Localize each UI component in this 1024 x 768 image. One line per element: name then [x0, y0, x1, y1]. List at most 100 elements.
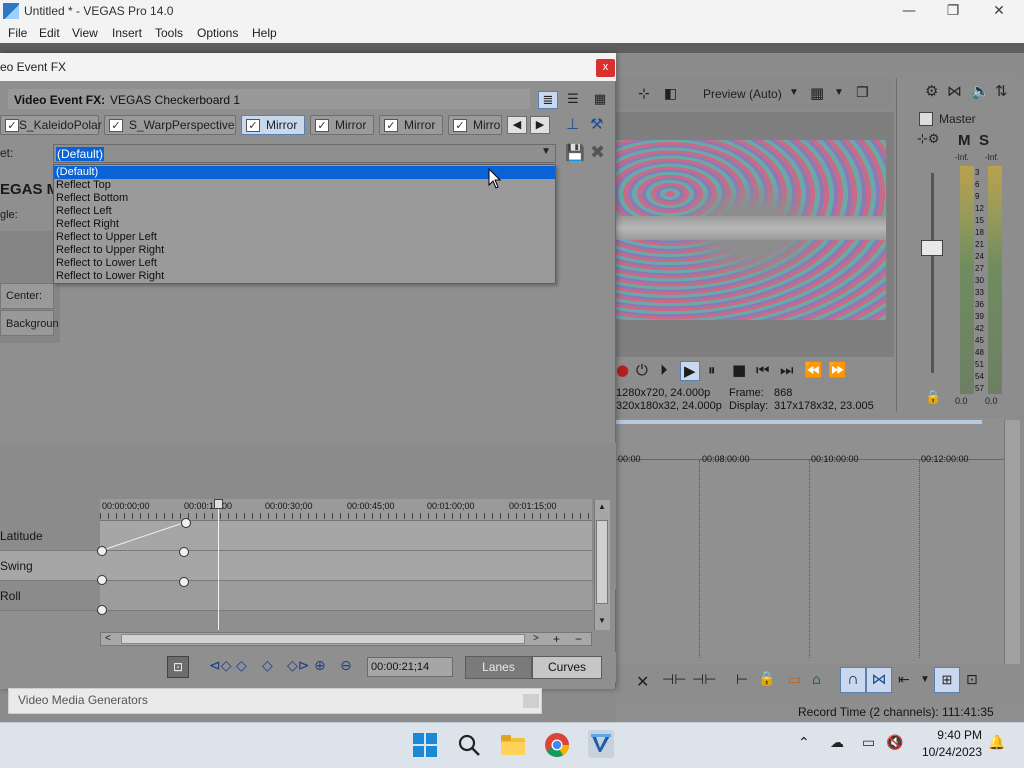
- fx-enabled-checkbox[interactable]: ✓: [246, 119, 260, 132]
- pause-icon[interactable]: ⏸: [708, 361, 716, 379]
- preset-option-reflect-top[interactable]: Reflect Top: [54, 179, 555, 192]
- keyframe-point[interactable]: [97, 546, 107, 556]
- remove-plugin-icon[interactable]: ⚒: [590, 115, 603, 133]
- close-window-button[interactable]: ✕: [976, 0, 1022, 23]
- keyframe-track[interactable]: [100, 581, 592, 611]
- volume-icon[interactable]: 🔇: [886, 735, 903, 751]
- fx-enabled-checkbox[interactable]: ✓: [109, 119, 123, 132]
- preset-option-reflect-bottom[interactable]: Reflect Bottom: [54, 192, 555, 205]
- preview-quality-icon[interactable]: ◧: [664, 86, 677, 102]
- menu-options[interactable]: Options: [197, 26, 238, 40]
- plug-in-chain-icon[interactable]: ⊥: [566, 115, 579, 133]
- next-keyframe-icon[interactable]: ◇: [262, 658, 273, 674]
- scroll-down-icon[interactable]: ▼: [598, 616, 606, 625]
- keyframe-vertical-scrollbar[interactable]: ▲ ▼: [594, 500, 610, 630]
- lanes-button[interactable]: Lanes: [465, 656, 532, 679]
- chain-prev-button[interactable]: ◀: [507, 116, 527, 134]
- ripple-chevron-icon[interactable]: ▼: [920, 674, 930, 685]
- windows-start-icon[interactable]: [412, 732, 438, 758]
- fx-dialog-title-bar[interactable]: eo Event FX x: [0, 53, 616, 81]
- keyframe-ruler[interactable]: 00:00:00;00 00:00:1 00 00:00:30;00 00:00…: [100, 499, 592, 521]
- generators-close-button[interactable]: [523, 694, 539, 708]
- fx-chain-item[interactable]: ✓ Mirro: [448, 115, 502, 135]
- scroll-right-icon[interactable]: >: [533, 633, 539, 644]
- fx-chain-item[interactable]: ✓ S_KaleidoPolar: [0, 115, 102, 135]
- master-fader-handle[interactable]: [921, 240, 943, 256]
- snapping-icon[interactable]: ∩: [840, 667, 866, 693]
- preset-option-reflect-upper-left[interactable]: Reflect to Upper Left: [54, 231, 555, 244]
- preview-quality-select[interactable]: Preview (Auto): [703, 87, 782, 101]
- gear-icon[interactable]: ⚙: [925, 82, 938, 100]
- zoom-out-icon[interactable]: −: [575, 632, 582, 646]
- save-preset-icon[interactable]: 💾: [565, 143, 585, 162]
- fx-dialog-close-button[interactable]: x: [596, 59, 615, 77]
- auto-crossfade-icon[interactable]: ⋈: [866, 667, 892, 693]
- fx-chain-item[interactable]: ✓ S_WarpPerspective: [104, 115, 236, 135]
- clock-date[interactable]: 10/24/2023: [920, 745, 982, 759]
- preset-option-reflect-upper-right[interactable]: Reflect to Upper Right: [54, 244, 555, 257]
- keyframe-point[interactable]: [179, 577, 189, 587]
- timeline-vertical-scrollbar[interactable]: [1004, 420, 1020, 666]
- chevron-down-icon[interactable]: ▼: [541, 146, 551, 157]
- copy-snapshot-icon[interactable]: ❐: [856, 85, 869, 101]
- keyframe-point[interactable]: [97, 575, 107, 585]
- scroll-left-icon[interactable]: <: [105, 633, 111, 644]
- trim-end-icon[interactable]: ⊣⊢: [692, 672, 716, 688]
- zoom-in-icon[interactable]: +: [553, 632, 560, 646]
- region-icon[interactable]: ⌂: [812, 672, 821, 688]
- fx-enabled-checkbox[interactable]: ✓: [5, 119, 19, 132]
- add-keyframe-icon[interactable]: ⊕: [314, 658, 326, 674]
- split-screen-icon[interactable]: ⊹: [638, 86, 650, 102]
- scroll-up-icon[interactable]: ▲: [598, 502, 606, 511]
- record-icon[interactable]: ●: [616, 361, 629, 379]
- video-media-generators-window[interactable]: Video Media Generators: [8, 688, 542, 714]
- next-frame-icon[interactable]: ⏩: [828, 361, 847, 379]
- play-icon[interactable]: ▶: [680, 361, 700, 381]
- stop-icon[interactable]: ■: [732, 361, 746, 379]
- chain-next-button[interactable]: ▶: [530, 116, 550, 134]
- lock-envelopes-icon[interactable]: ⊞: [934, 667, 960, 693]
- clock-time[interactable]: 9:40 PM: [930, 728, 982, 742]
- previous-keyframe-icon[interactable]: ◇: [236, 658, 247, 674]
- previous-frame-icon[interactable]: ⏪: [804, 361, 823, 379]
- detail-view-icon[interactable]: ☰: [563, 91, 583, 109]
- delete-icon[interactable]: ✕: [636, 672, 649, 691]
- marker-icon[interactable]: ▭: [788, 672, 801, 688]
- keyframe-point[interactable]: [97, 605, 107, 615]
- delete-keyframe-icon[interactable]: ⊖: [340, 658, 352, 674]
- keyframe-point[interactable]: [179, 547, 189, 557]
- trim-start-icon[interactable]: ⊣⊢: [662, 672, 686, 688]
- play-from-start-icon[interactable]: ⏵: [660, 361, 668, 379]
- scroll-thumb[interactable]: [596, 520, 608, 604]
- fx-enabled-checkbox[interactable]: ✓: [315, 119, 329, 132]
- maximize-button[interactable]: ❐: [930, 0, 976, 23]
- vegas-taskbar-icon[interactable]: [588, 730, 614, 758]
- bus-fx-icon[interactable]: ⊹⚙: [917, 132, 940, 147]
- mute-button[interactable]: M: [958, 132, 971, 149]
- menu-edit[interactable]: Edit: [39, 26, 60, 40]
- preset-option-reflect-right[interactable]: Reflect Right: [54, 218, 555, 231]
- list-view-icon[interactable]: ≣: [538, 91, 558, 109]
- curves-button[interactable]: Curves: [532, 656, 602, 679]
- preset-option-default[interactable]: (Default): [54, 166, 555, 179]
- split-icon[interactable]: ⊢: [736, 672, 748, 688]
- first-keyframe-icon[interactable]: ⊲◇: [209, 658, 232, 674]
- sync-cursor-icon[interactable]: ⊡: [167, 656, 189, 678]
- speaker-icon[interactable]: 🔈: [971, 82, 990, 100]
- mixer-routing-icon[interactable]: ⇅: [995, 82, 1008, 100]
- menu-file[interactable]: File: [8, 26, 27, 40]
- fx-enabled-checkbox[interactable]: ✓: [384, 119, 398, 132]
- fx-chain-item[interactable]: ✓ Mirror: [379, 115, 443, 135]
- ripple-edit-icon[interactable]: ⇤: [898, 672, 910, 688]
- onedrive-icon[interactable]: ☁: [830, 735, 844, 751]
- chevron-down-icon[interactable]: ▼: [789, 87, 799, 98]
- loop-icon[interactable]: ⏻: [636, 361, 648, 379]
- hscroll-thumb[interactable]: [121, 634, 525, 644]
- loop-region-bar[interactable]: [616, 420, 982, 424]
- delete-preset-icon[interactable]: ✖: [590, 142, 605, 163]
- preset-option-reflect-left[interactable]: Reflect Left: [54, 205, 555, 218]
- fx-chain-item[interactable]: ✓ Mirror: [310, 115, 374, 135]
- preset-option-reflect-lower-left[interactable]: Reflect to Lower Left: [54, 257, 555, 270]
- keyframe-time-field[interactable]: 00:00:21;14: [367, 657, 453, 677]
- search-icon[interactable]: [456, 732, 482, 758]
